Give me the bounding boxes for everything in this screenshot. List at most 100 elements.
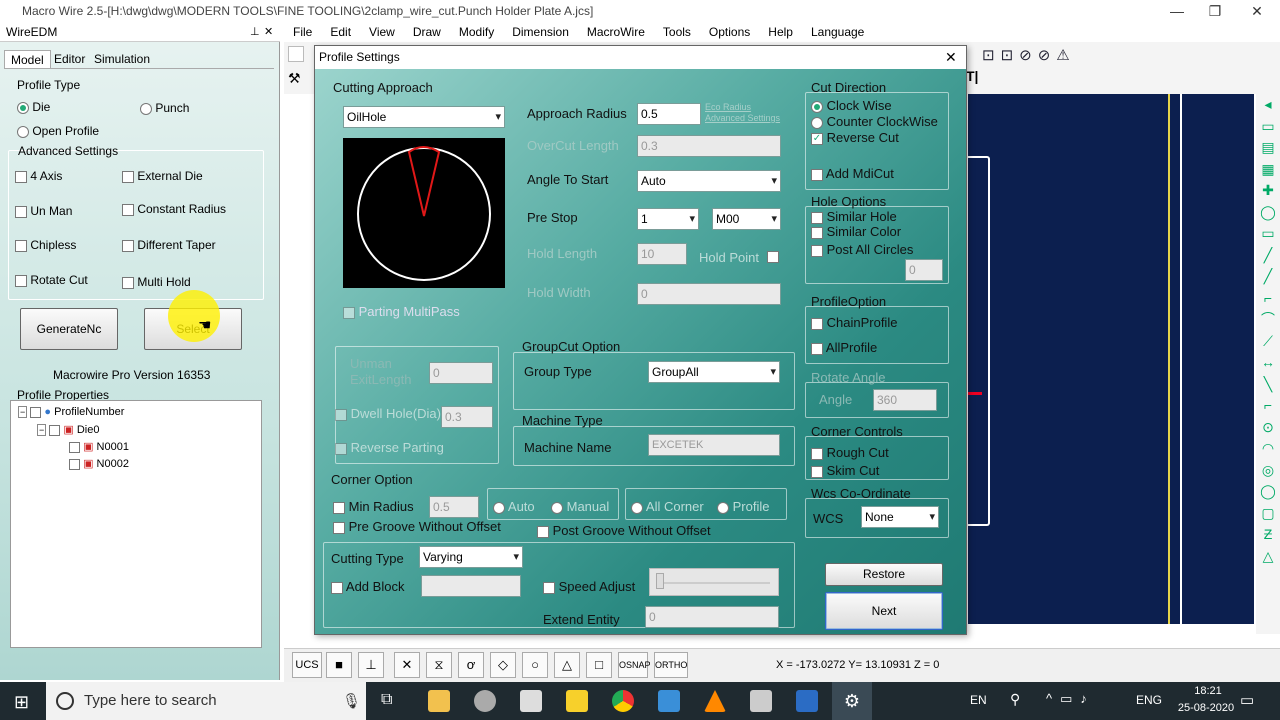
notification-icon[interactable]: ▭ [1240, 691, 1254, 709]
snap-box-icon[interactable]: □ [586, 652, 612, 678]
min-radius-input[interactable]: 0.5 [429, 496, 479, 518]
different-taper-checkbox[interactable]: Different Taper [122, 238, 216, 252]
reverse-parting-checkbox[interactable]: Reverse Parting [335, 440, 444, 455]
open-profile-radio[interactable]: Open Profile [17, 124, 99, 138]
eco-radius-link[interactable]: Eco Radius Advanced Settings [705, 102, 780, 124]
add-mdicut-checkbox[interactable]: Add MdiCut [811, 166, 894, 181]
draw-tools-icons[interactable]: ⊡⊡⊘⊘⚠ [982, 46, 1112, 66]
drawing-canvas[interactable] [968, 94, 1254, 624]
hold-point-checkbox[interactable] [767, 251, 779, 263]
tab-editor[interactable]: Editor [48, 50, 91, 68]
similar-color-checkbox[interactable]: Similar Color [811, 224, 901, 239]
menu-edit[interactable]: Edit [321, 22, 360, 42]
speed-adjust-slider[interactable] [649, 568, 779, 596]
overcut-length-input[interactable]: 0.3 [637, 135, 781, 157]
un-man-checkbox[interactable]: Un Man [15, 204, 72, 218]
dialog-close-button[interactable]: ✕ [945, 49, 957, 66]
app-icon-5[interactable] [796, 690, 818, 712]
angle-to-start-select[interactable]: Auto [637, 170, 781, 192]
die-radio[interactable]: Die [17, 100, 50, 114]
active-app-slot[interactable]: ⚙ [832, 682, 872, 720]
snap-hourglass-icon[interactable]: ⧖ [426, 652, 452, 678]
app-icon-4[interactable] [750, 690, 772, 712]
task-view-icon[interactable]: ⧉ [381, 691, 392, 709]
pre-groove-checkbox[interactable]: Pre Groove Without Offset [333, 519, 501, 534]
keyboard-language[interactable]: ENG [1136, 693, 1162, 707]
snap-square-icon[interactable]: ■ [326, 652, 352, 678]
snap-cross-icon[interactable]: ✕ [394, 652, 420, 678]
hold-length-input[interactable]: 10 [637, 243, 687, 265]
approach-type-select[interactable]: OilHole [343, 106, 505, 128]
rough-cut-checkbox[interactable]: Rough Cut [811, 445, 889, 460]
menu-dimension[interactable]: Dimension [503, 22, 578, 42]
menu-language[interactable]: Language [802, 22, 873, 42]
tree-node-die[interactable]: − ▣ Die0 [37, 423, 99, 436]
sticky-notes-icon[interactable] [566, 690, 588, 712]
input-language[interactable]: EN [970, 693, 987, 707]
pre-stop-m-select[interactable]: M00 [712, 208, 781, 230]
all-corner-radio[interactable]: All Corner [631, 499, 704, 514]
microphone-icon[interactable]: 🎙 [342, 692, 361, 710]
osnap-button[interactable]: OSNAP [618, 652, 651, 678]
profile-radio[interactable]: Profile [717, 499, 769, 514]
hold-width-input[interactable]: 0 [637, 283, 781, 305]
panel-close-icon[interactable]: ✕ [264, 25, 273, 38]
tray-icons[interactable]: ^▭♪ [1046, 691, 1095, 707]
chrome-icon[interactable] [612, 690, 634, 712]
reverse-cut-checkbox[interactable]: ✓ Reverse Cut [811, 130, 899, 145]
counter-clockwise-radio[interactable]: Counter ClockWise [811, 114, 938, 129]
menu-options[interactable]: Options [700, 22, 759, 42]
extend-entity-input[interactable]: 0 [645, 606, 779, 628]
unman-exit-input[interactable]: 0 [429, 362, 493, 384]
maximize-button[interactable]: ❐ [1192, 0, 1238, 22]
file-explorer-icon[interactable] [428, 690, 450, 712]
vlc-icon[interactable] [704, 690, 726, 712]
menu-tools[interactable]: Tools [654, 22, 700, 42]
snap-perp-icon[interactable]: ⊥ [358, 652, 384, 678]
clock-time[interactable]: 18:21 [1184, 685, 1232, 697]
hole-count-input[interactable]: 0 [905, 259, 943, 281]
taskbar-search[interactable]: Type here to search [46, 682, 366, 720]
calculator-icon[interactable] [520, 690, 542, 712]
tree-node-n0002[interactable]: ▣ N0002 [69, 457, 129, 470]
restore-button[interactable]: Restore [825, 563, 943, 586]
auto-radio[interactable]: Auto [493, 499, 535, 514]
clock-date[interactable]: 25-08-2020 [1172, 702, 1240, 714]
ortho-button[interactable]: ORTHO [654, 652, 688, 678]
dwell-hole-checkbox[interactable]: Dwell Hole(Dia) [335, 406, 441, 421]
snap-diamond-icon[interactable]: ◇ [490, 652, 516, 678]
tab-model[interactable]: Model [4, 50, 51, 68]
ucs-button[interactable]: UCS [292, 652, 322, 678]
text-tool-icon[interactable]: T| [966, 68, 986, 88]
rotate-angle-input[interactable]: 360 [873, 389, 937, 411]
menu-draw[interactable]: Draw [404, 22, 450, 42]
external-die-checkbox[interactable]: External Die [122, 169, 203, 183]
4-axis-checkbox[interactable]: 4 Axis [15, 169, 62, 183]
machine-name-input[interactable]: EXCETEK [648, 434, 780, 456]
app-icon-3[interactable] [658, 690, 680, 712]
next-button[interactable]: Next [825, 592, 943, 630]
manual-radio[interactable]: Manual [551, 499, 609, 514]
pre-stop-select[interactable]: 1 [637, 208, 699, 230]
multi-hold-checkbox[interactable]: Multi Hold [122, 275, 191, 289]
snap-triangle-icon[interactable]: △ [554, 652, 580, 678]
menu-view[interactable]: View [360, 22, 404, 42]
app-icon-2[interactable] [474, 690, 496, 712]
pin-icon[interactable]: ⊥ [250, 25, 260, 38]
people-icon[interactable]: ⚲ [1010, 691, 1020, 708]
similar-hole-checkbox[interactable]: Similar Hole [811, 209, 897, 224]
tools-icon[interactable]: ⚒ [288, 70, 306, 88]
dwell-hole-input[interactable]: 0.3 [441, 406, 493, 428]
menu-macrowire[interactable]: MacroWire [578, 22, 654, 42]
post-groove-checkbox[interactable]: Post Groove Without Offset [537, 523, 711, 538]
punch-radio[interactable]: Punch [140, 101, 189, 115]
snap-tangent-icon[interactable]: ơ [458, 652, 484, 678]
tab-simulation[interactable]: Simulation [88, 50, 156, 68]
cutting-type-select[interactable]: Varying [419, 546, 523, 568]
clockwise-radio[interactable]: Clock Wise [811, 98, 892, 113]
close-window-button[interactable]: ✕ [1234, 0, 1280, 22]
menu-modify[interactable]: Modify [450, 22, 503, 42]
parting-multipass-checkbox[interactable]: Parting MultiPass [343, 304, 460, 319]
tree-node-root[interactable]: − ● ProfileNumber [18, 406, 124, 418]
snap-circle-icon[interactable]: ○ [522, 652, 548, 678]
